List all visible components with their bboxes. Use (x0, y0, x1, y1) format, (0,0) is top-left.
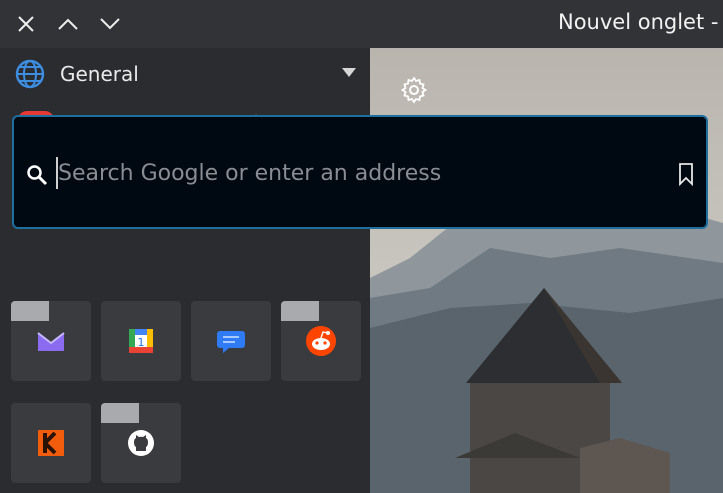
kodi-icon (38, 430, 64, 456)
minimize-window-button[interactable] (94, 9, 126, 39)
proton-mail-icon (37, 332, 65, 351)
address-input[interactable] (58, 155, 658, 191)
settings-gear-icon[interactable] (400, 76, 428, 104)
globe-icon (15, 59, 45, 89)
close-window-button[interactable] (10, 9, 42, 39)
shortcut-tile-google-calendar[interactable]: 1 (101, 301, 181, 381)
maximize-window-button[interactable] (52, 9, 84, 39)
shortcut-tile-reddit[interactable] (281, 301, 361, 381)
address-search-box[interactable] (12, 115, 708, 229)
window-title: Nouvel onglet - (558, 10, 719, 34)
text-cursor (56, 157, 58, 189)
tile-tag (281, 301, 319, 321)
shortcut-tile-kodi[interactable] (11, 403, 91, 483)
tile-tag (11, 301, 49, 321)
shortcut-tile-messages[interactable] (191, 301, 271, 381)
title-bar: Nouvel onglet - (0, 0, 723, 48)
messages-icon (217, 331, 245, 353)
search-icon (27, 165, 48, 186)
bookmark-icon[interactable] (678, 162, 694, 186)
chevron-down-icon (100, 18, 120, 30)
workspace-label: General (60, 62, 139, 86)
svg-text:1: 1 (138, 336, 145, 349)
calendar-icon: 1 (129, 329, 153, 353)
chevron-up-icon (58, 18, 78, 30)
shortcut-tile-github[interactable] (101, 403, 181, 483)
tile-tag (101, 403, 139, 423)
dropdown-arrow-icon (342, 68, 356, 77)
github-icon (128, 430, 154, 456)
close-icon (18, 16, 34, 32)
reddit-icon (306, 326, 336, 356)
shortcut-tile-proton-mail[interactable] (11, 301, 91, 381)
workspace-selector[interactable]: General (14, 58, 356, 90)
